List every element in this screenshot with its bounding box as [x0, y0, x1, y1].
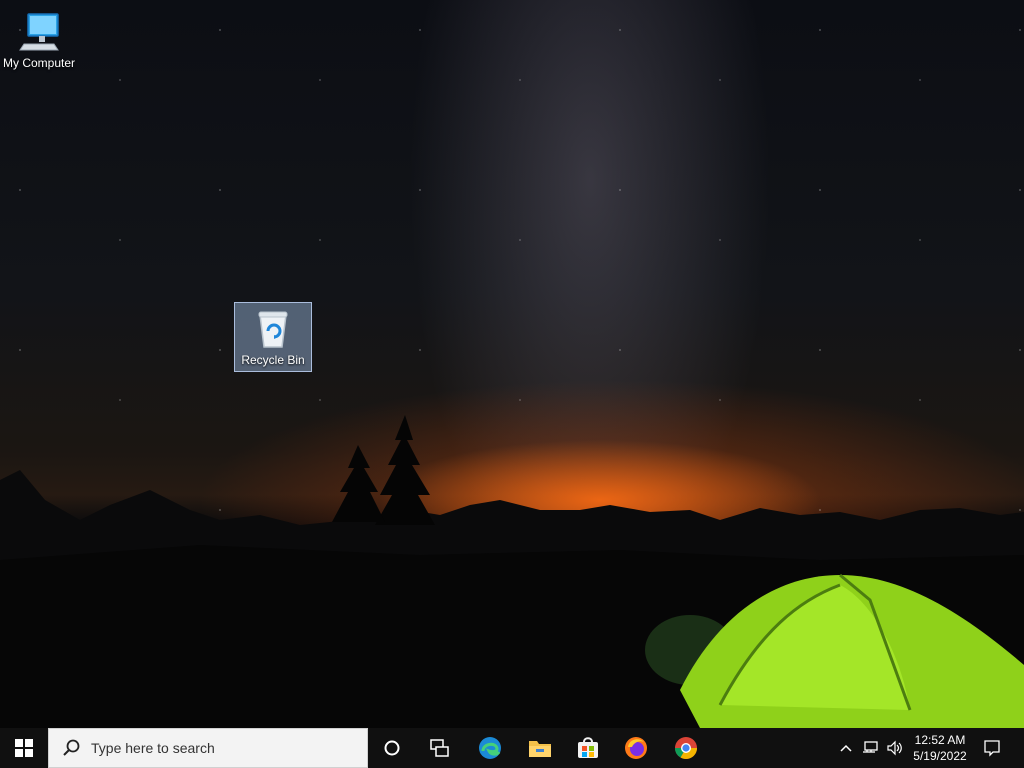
taskbar: Type here to search 12:52 AM 5/19/2022: [0, 728, 1024, 768]
cortana-button[interactable]: [368, 728, 416, 768]
search-box[interactable]: Type here to search: [48, 728, 368, 768]
cortana-circle-icon: [384, 740, 400, 756]
firefox-button[interactable]: [612, 728, 660, 768]
windows-logo-icon: [15, 739, 33, 757]
clock-date: 5/19/2022: [913, 749, 967, 763]
tray-overflow-button[interactable]: [836, 728, 856, 768]
action-center-button[interactable]: [978, 728, 1006, 768]
desktop-icon-label: My Computer: [2, 56, 76, 70]
network-icon: [863, 741, 878, 753]
store-button[interactable]: [564, 728, 612, 768]
clock-time: 12:52 AM: [914, 733, 966, 747]
recycle-bin-icon: [258, 311, 288, 348]
chrome-button[interactable]: [662, 728, 710, 768]
computer-icon: [19, 13, 59, 51]
folder-icon: [529, 741, 551, 757]
chevron-up-icon: [840, 744, 852, 752]
task-view-icon: [430, 739, 449, 757]
chrome-icon: [675, 737, 697, 759]
action-center-icon: [984, 740, 1000, 757]
volume-icon: [887, 740, 902, 756]
desktop[interactable]: My Computer Recycle Bin: [0, 0, 1024, 728]
firefox-icon: [625, 737, 647, 759]
desktop-icon-label: Recycle Bin: [241, 353, 305, 367]
network-button[interactable]: [858, 728, 882, 768]
desktop-icon-my-computer[interactable]: My Computer: [0, 6, 78, 70]
store-icon: [578, 737, 598, 758]
edge-icon: [479, 737, 501, 759]
edge-button[interactable]: [466, 728, 514, 768]
system-clock[interactable]: 12:52 AM 5/19/2022: [906, 732, 974, 764]
volume-button[interactable]: [884, 728, 906, 768]
task-view-button[interactable]: [416, 728, 464, 768]
desktop-icon-recycle-bin[interactable]: Recycle Bin: [234, 302, 312, 372]
search-icon: [63, 739, 80, 756]
file-explorer-button[interactable]: [516, 728, 564, 768]
search-placeholder: Type here to search: [91, 740, 215, 756]
wallpaper-landscape: [0, 415, 1024, 728]
start-button[interactable]: [0, 728, 48, 768]
